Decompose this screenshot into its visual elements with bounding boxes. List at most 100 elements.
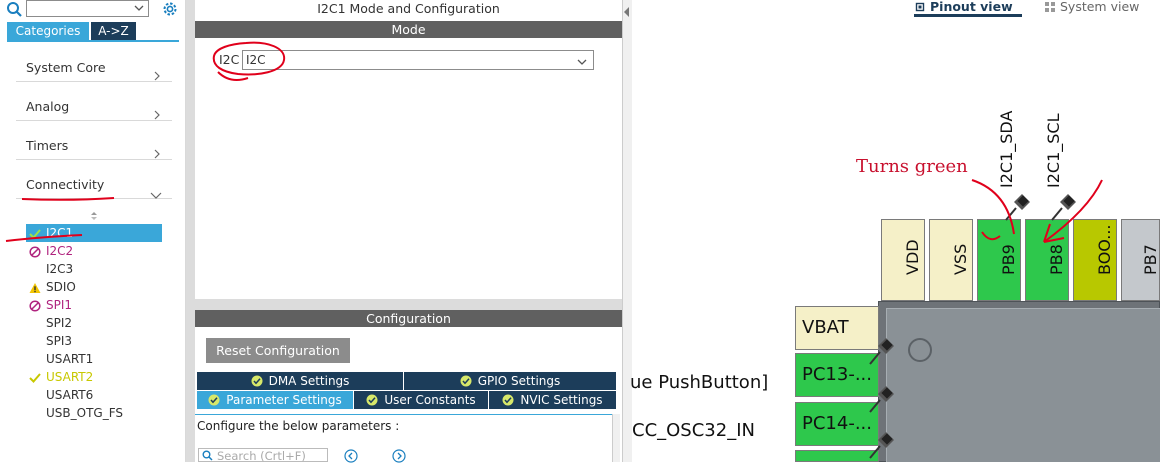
peripheral-label: SPI1 [46,298,73,312]
category-label: Timers [26,138,69,153]
signal-label-scl: I2C1_SCL [1042,60,1068,190]
collapse-arrow-icon[interactable] [623,6,631,18]
i2c-mode-label: I2C [219,52,240,67]
peripheral-i2c2[interactable]: I2C2 [26,242,162,260]
chevron-down-icon [150,182,162,199]
gear-icon[interactable] [161,0,179,18]
search-placeholder: Search (Crtl+F) [217,449,306,463]
pin-pb8[interactable]: PB8 [1025,219,1069,301]
tab-gpio-settings[interactable]: GPIO Settings [404,372,616,390]
peripheral-usart1[interactable]: USART1 [26,350,162,368]
search-icon[interactable] [6,1,24,19]
peripheral-label: USB_OTG_FS [46,406,124,420]
pin-boot0[interactable]: BOO... [1073,219,1117,301]
tab-dma-settings[interactable]: DMA Settings [197,372,403,390]
parameter-search-input[interactable]: Search (Crtl+F) [198,448,328,463]
tab-label: User Constants [384,393,476,407]
category-label: Analog [26,99,70,114]
mcu-chip-surface [886,308,1160,462]
pin-label: PB7 [1140,244,1160,275]
disabled-icon [29,245,41,258]
check-circle-icon [502,393,514,406]
peripheral-label: SDIO [46,280,76,294]
pin-label: PC14-... [802,413,872,434]
peripheral-label: USART6 [46,388,94,402]
tab-label: DMA Settings [268,374,350,388]
pin-label: BOO... [1095,224,1114,276]
tab-a-to-z[interactable]: A->Z [91,22,136,40]
tab-label: NVIC Settings [520,393,603,407]
tab-label: Parameter Settings [226,393,342,407]
check-circle-icon [366,393,378,406]
pin-label: VDD [903,239,922,275]
pushpin-icon [1051,194,1076,221]
peripheral-i2c3[interactable]: I2C3 [26,260,162,278]
peripheral-usart2[interactable]: USART2 [26,368,162,386]
next-arrow-icon[interactable] [392,449,406,463]
signal-label-text: I2C1_SCL [1044,113,1063,189]
signal-label-sda: I2C1_SDA [995,60,1021,190]
reset-configuration-button[interactable]: Reset Configuration [206,338,350,363]
peripheral-i2c1[interactable]: I2C1 [26,224,162,242]
pin-vdd[interactable]: VDD [881,219,925,301]
peripheral-spi2[interactable]: SPI2 [26,314,162,332]
peripheral-spi1[interactable]: SPI1 [26,296,162,314]
pin-label: VSS [951,243,970,275]
i2c-mode-select[interactable]: I2C [242,50,594,70]
chevron-down-icon[interactable] [576,55,588,67]
peripheral-label: USART1 [46,352,94,366]
tab-parameter-settings[interactable]: Parameter Settings [197,391,353,409]
pushpin-icon [869,338,894,365]
pushpin-icon [1005,194,1030,221]
chevron-right-icon [152,102,162,120]
configuration-header: Configuration [195,310,622,327]
category-label: System Core [26,60,106,75]
mode-area [195,0,622,299]
pin-label-osc32-in: CC_OSC32_IN [632,420,755,441]
peripheral-label: SPI2 [46,316,73,330]
previous-arrow-icon[interactable] [344,449,358,463]
pin-label: PB8 [1047,244,1066,275]
tab-label: GPIO Settings [477,374,561,388]
pushpin-icon [869,432,894,459]
tab-system-view[interactable]: System view [1044,0,1144,17]
category-label: Connectivity [26,177,105,192]
configure-instructions: Configure the below parameters : [195,414,613,438]
peripheral-usart6[interactable]: USART6 [26,386,162,404]
peripheral-sdio[interactable]: SDIO [26,278,162,296]
chevron-down-icon[interactable] [133,2,145,14]
panel-title: I2C1 Mode and Configuration [317,1,500,16]
mode-header: Mode [195,21,622,38]
disabled-icon [29,299,41,312]
category-connectivity[interactable]: Connectivity [16,171,172,199]
peripheral-usb-otg-fs[interactable]: USB_OTG_FS [26,404,162,422]
pin-label: PC13-... [802,364,872,385]
category-timers[interactable]: Timers [16,132,172,160]
category-analog[interactable]: Analog [16,93,172,121]
peripheral-label: SPI3 [46,334,73,348]
peripheral-label: I2C1 [46,226,74,240]
scrollbar[interactable] [612,414,620,462]
tab-underline [7,40,179,42]
pin-pb7[interactable]: PB7 [1121,219,1160,301]
peripheral-spi3[interactable]: SPI3 [26,332,162,350]
tab-nvic-settings[interactable]: NVIC Settings [489,391,616,409]
check-icon [29,227,41,239]
chevron-right-icon [152,141,162,159]
category-system-core[interactable]: System Core [16,54,172,82]
annotation-text: Turns green [856,156,968,177]
search-input[interactable] [26,0,149,17]
pin-vss[interactable]: VSS [929,219,973,301]
check-circle-icon [251,374,263,387]
peripheral-label: I2C3 [46,262,74,276]
tab-pinout-view[interactable]: Pinout view [914,0,1022,17]
tab-categories[interactable]: Categories [7,22,89,40]
sort-icon[interactable] [89,210,99,220]
chip-icon [914,1,926,13]
search-icon [202,450,213,461]
pin-pb9[interactable]: PB9 [977,219,1021,301]
tab-user-constants[interactable]: User Constants [354,391,488,409]
chevron-right-icon [152,63,162,81]
grid-icon [1044,1,1056,13]
left-panel: Categories A->Z System Core Analog Timer… [0,0,186,462]
